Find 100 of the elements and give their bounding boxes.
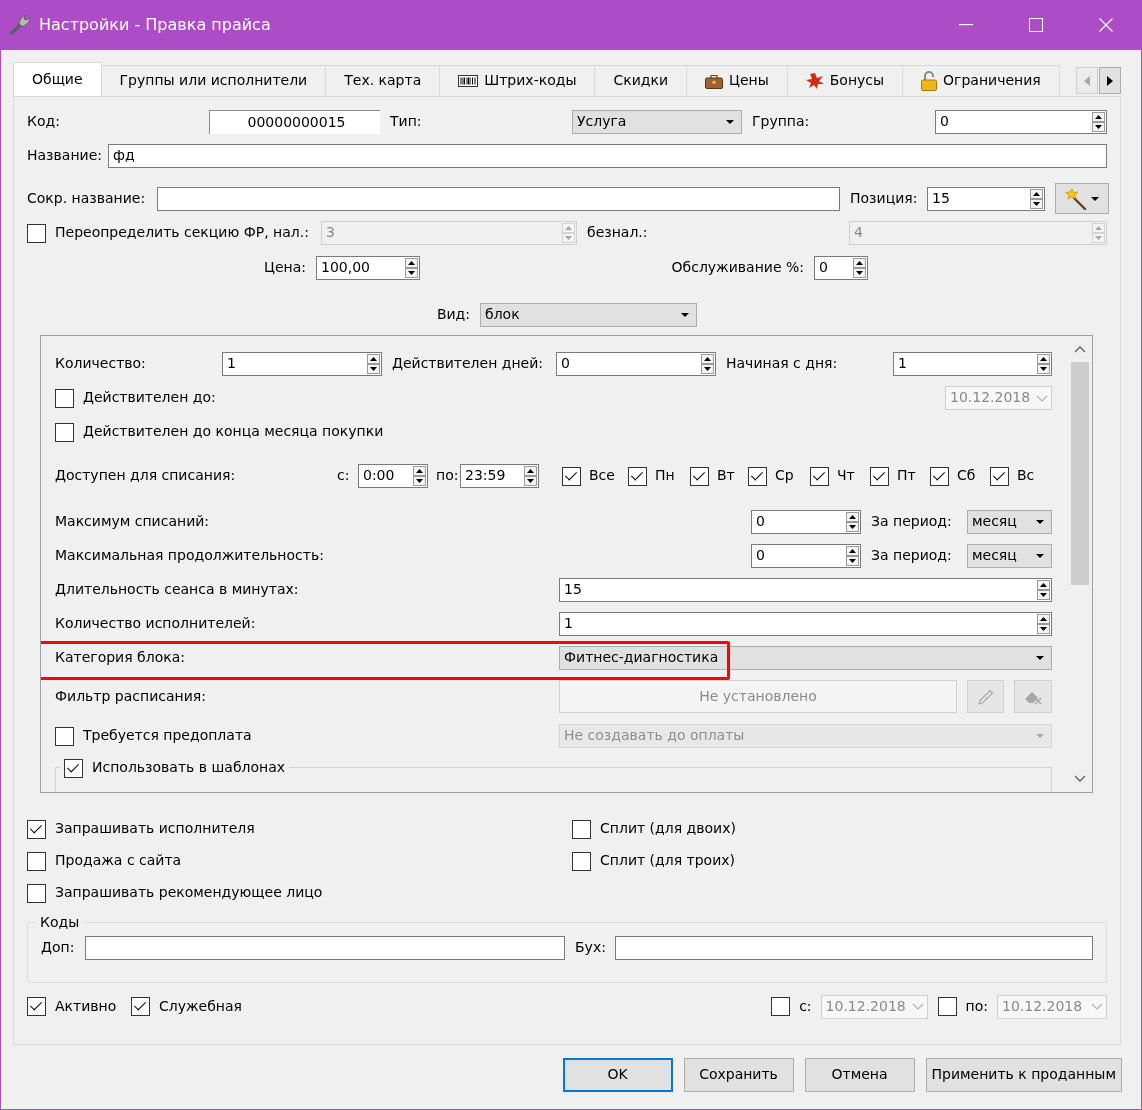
checkbox[interactable] [572,851,591,871]
text-field[interactable]: фд [108,144,1107,168]
spin-field[interactable]: 23:59 [460,464,539,488]
spin-field[interactable]: 1 [222,352,382,376]
spin-arrows-icon[interactable] [846,512,859,532]
caret-icon [726,120,734,124]
field-label: Вид: [435,306,470,324]
apply-button[interactable]: Применить к проданным [925,1058,1122,1092]
tab[interactable]: Штрих-коды [440,65,596,96]
checkbox[interactable] [690,466,709,486]
cancel-button[interactable]: Отмена [804,1058,915,1092]
spin-field[interactable]: 1 [559,612,1052,636]
checkbox[interactable] [55,726,74,746]
checkbox[interactable] [628,466,647,486]
checkbox[interactable] [64,758,83,778]
spin-field[interactable]: 0:00 [358,464,428,488]
checkbox[interactable] [771,997,791,1016]
spin-arrows-icon[interactable] [853,258,866,278]
maximize-icon[interactable] [1029,18,1043,32]
checkbox[interactable] [27,883,46,903]
field-label: Тип: [390,113,423,131]
checkbox[interactable] [870,466,889,486]
checkbox-label: Использовать в шаблонах [92,759,286,777]
spin-arrows-icon[interactable] [846,546,859,566]
spin-field[interactable]: 15 [927,186,1045,211]
caret-icon [1036,520,1044,524]
dropdown[interactable]: месяц [967,510,1052,534]
field-label: Бух: [575,939,605,957]
tab[interactable]: Скидки [595,65,687,96]
spin-field[interactable]: 0 [935,110,1107,134]
text-field[interactable] [157,186,840,211]
close-icon[interactable] [1099,18,1113,32]
spin-arrows-icon[interactable] [1030,188,1043,209]
padlock-icon [921,71,938,91]
spin-field[interactable]: 15 [559,578,1052,602]
checkbox[interactable] [55,388,74,408]
spin-field[interactable]: 0 [556,352,716,376]
checkbox[interactable] [748,466,767,486]
scroll-right-button[interactable] [1099,67,1121,94]
triangle-right-icon [1107,75,1113,86]
spin-arrows-icon[interactable] [524,466,537,486]
chevron-down-icon [1091,1003,1103,1010]
text-field[interactable] [615,936,1093,960]
tab[interactable]: Ограничения [903,65,1060,96]
window-title: Настройки - Правка прайса [39,15,271,35]
checkbox[interactable] [990,466,1009,486]
field-label: Код: [27,113,61,131]
spin-arrows-icon[interactable] [1037,614,1050,634]
checkbox[interactable] [930,466,949,486]
checkbox[interactable] [27,997,46,1016]
caret-icon [681,313,689,317]
checkbox[interactable] [937,997,957,1016]
spin-arrows-icon[interactable] [1037,354,1050,374]
field-label: с: [799,997,812,1016]
chevron-down-icon[interactable] [1074,775,1086,782]
field-label: по: [435,467,460,485]
checkbox-label: Действителен до: [83,389,216,407]
chevron-up-icon[interactable] [1074,346,1086,353]
tab[interactable]: Бонусы [787,65,904,96]
dropdown[interactable]: Услуга [572,110,742,134]
minimize-icon[interactable] [959,24,973,26]
spin-field[interactable]: 1 [893,352,1052,376]
spin-arrows-icon[interactable] [701,354,714,374]
spin-arrows-icon[interactable] [1092,112,1105,132]
spin-arrows-icon[interactable] [1037,580,1050,600]
field-label: безнал.: [587,224,649,242]
text-field[interactable]: 00000000015 [209,110,380,134]
field-label: Доп: [41,939,75,957]
checkbox[interactable] [810,466,829,486]
checkbox[interactable] [562,466,581,486]
spin-field[interactable]: 0 [751,510,861,534]
dropdown[interactable]: месяц [967,544,1052,568]
dropdown[interactable]: Фитнес-диагностика [559,646,1052,670]
spin-arrows-icon[interactable] [413,466,426,486]
spin-arrows-icon[interactable] [367,354,380,374]
save-button[interactable]: Сохранить [683,1058,794,1092]
spin-field[interactable]: 100,00 [316,256,420,280]
checkbox[interactable] [27,851,46,871]
field-label: Название: [27,147,103,165]
ok-button[interactable]: OK [562,1058,673,1092]
text-field[interactable] [85,936,565,960]
field-label: Категория блока: [55,649,186,667]
checkbox[interactable] [131,997,150,1016]
field-label: Доступен для списания: [55,467,237,485]
checkbox[interactable] [27,819,46,839]
dropdown[interactable]: блок [480,303,697,327]
magic-wand-icon [1065,187,1087,210]
tool-button[interactable] [1055,183,1109,214]
tab[interactable]: Общие [13,62,102,96]
scroll-thumb[interactable] [1071,362,1089,585]
tab[interactable]: Тех. карта [326,65,441,96]
tab[interactable]: Цены [687,65,788,96]
checkbox[interactable] [27,223,46,243]
spin-arrows-icon[interactable] [405,258,418,278]
checkbox[interactable] [55,422,74,442]
field-label: Группа: [752,113,811,131]
spin-field[interactable]: 0 [751,544,861,568]
spin-field[interactable]: 0 [814,256,868,280]
checkbox[interactable] [572,819,591,839]
tab[interactable]: Группы или исполнители [101,65,327,96]
